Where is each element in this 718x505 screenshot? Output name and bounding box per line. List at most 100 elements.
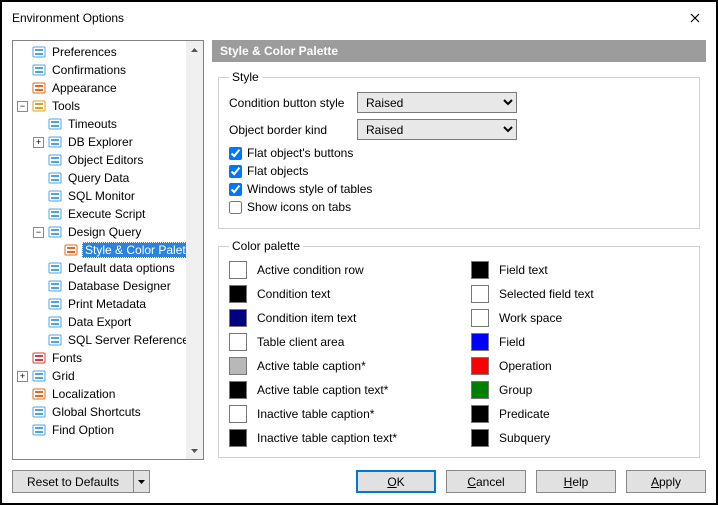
border-kind-select[interactable]: Raised (357, 119, 517, 140)
color-label: Field (499, 335, 525, 349)
color-swatch[interactable] (229, 261, 247, 279)
collapse-toggle[interactable]: − (33, 227, 44, 238)
tree-item[interactable]: Object Editors (15, 151, 203, 169)
tree-item[interactable]: Database Designer (15, 277, 203, 295)
flat-objects-checkbox[interactable] (229, 165, 242, 178)
reset-button[interactable]: Reset to Defaults (12, 470, 134, 493)
tree-item[interactable]: − Design Query (15, 223, 203, 241)
color-swatch[interactable] (471, 285, 489, 303)
tree-item[interactable]: Confirmations (15, 61, 203, 79)
scroll-track[interactable] (186, 58, 203, 442)
tree-item[interactable]: Preferences (15, 43, 203, 61)
show-icons-checkbox-row: Show icons on tabs (229, 200, 689, 214)
tree-item-label: DB Explorer (66, 135, 135, 149)
nav-tree: Preferences Confirmations Appearance − Tools… (13, 41, 203, 441)
nav-tree-wrap: Preferences Confirmations Appearance − Tools… (12, 40, 204, 460)
tree-item[interactable]: − Tools (15, 97, 203, 115)
color-label: Active condition row (257, 263, 364, 277)
tree-item-label: Data Export (66, 315, 133, 329)
color-swatch[interactable] (229, 381, 247, 399)
color-entry: Group (471, 381, 689, 399)
color-swatch[interactable] (229, 285, 247, 303)
tree-item[interactable]: Timeouts (15, 115, 203, 133)
tree-item-label: Tools (50, 99, 82, 113)
shortcut-icon (31, 404, 47, 420)
scroll-down-button[interactable] (186, 442, 203, 459)
cancel-button[interactable]: Cancel (446, 470, 526, 493)
color-entry: Condition text (229, 285, 447, 303)
win-tables-checkbox-row: Windows style of tables (229, 182, 689, 196)
apply-button[interactable]: Apply (626, 470, 706, 493)
condition-style-select[interactable]: Raised (357, 92, 517, 113)
color-swatch[interactable] (229, 333, 247, 351)
tree-item[interactable]: Execute Script (15, 205, 203, 223)
tree-item-label: Confirmations (50, 63, 128, 77)
tree-item[interactable]: SQL Server Reference (15, 331, 203, 349)
tree-item[interactable]: Query Data (15, 169, 203, 187)
color-swatch[interactable] (471, 333, 489, 351)
tree-item[interactable]: + Grid (15, 367, 203, 385)
color-entry: Subquery (471, 429, 689, 447)
environment-options-dialog: Environment Options PreferencesConfirmat… (2, 2, 716, 503)
close-button[interactable] (682, 8, 708, 28)
tree-item[interactable]: Data Export (15, 313, 203, 331)
design-icon (47, 224, 63, 240)
tree-item-label: Design Query (66, 225, 143, 239)
tree-item-label: Find Option (50, 423, 116, 437)
color-swatch[interactable] (471, 261, 489, 279)
ok-button[interactable]: OK (356, 470, 436, 493)
tree-item[interactable]: Global Shortcuts (15, 403, 203, 421)
color-swatch[interactable] (471, 381, 489, 399)
flat-objects-label: Flat objects (247, 164, 308, 178)
color-swatch[interactable] (229, 405, 247, 423)
win-tables-label: Windows style of tables (247, 182, 372, 196)
color-swatch[interactable] (229, 309, 247, 327)
color-label: Group (499, 383, 532, 397)
color-label: Predicate (499, 407, 550, 421)
flat-objects-checkbox-row: Flat objects (229, 164, 689, 178)
show-icons-checkbox[interactable] (229, 201, 242, 214)
dbdes-icon (47, 278, 63, 294)
flat-buttons-checkbox[interactable] (229, 147, 242, 160)
reset-dropdown-button[interactable] (134, 470, 150, 493)
appear-icon (31, 80, 47, 96)
scroll-up-button[interactable] (186, 41, 203, 58)
tree-item[interactable]: Localization (15, 385, 203, 403)
tools-icon (31, 98, 47, 114)
color-label: Work space (499, 311, 562, 325)
tree-item-label: Database Designer (66, 279, 173, 293)
color-entry: Inactive table caption* (229, 405, 447, 423)
color-swatch[interactable] (471, 405, 489, 423)
tree-item-label: Default data options (66, 261, 177, 275)
color-swatch[interactable] (229, 357, 247, 375)
color-swatch[interactable] (471, 309, 489, 327)
color-swatch[interactable] (471, 429, 489, 447)
tree-item[interactable]: Print Metadata (15, 295, 203, 313)
dbexp-icon (47, 134, 63, 150)
color-label: Condition item text (257, 311, 356, 325)
tree-item[interactable]: SQL Monitor (15, 187, 203, 205)
color-swatch[interactable] (229, 429, 247, 447)
tree-item[interactable]: Appearance (15, 79, 203, 97)
tree-item-label: Grid (50, 369, 77, 383)
tree-item[interactable]: Find Option (15, 421, 203, 439)
color-swatch[interactable] (471, 357, 489, 375)
tree-scrollbar[interactable] (186, 41, 203, 459)
win-tables-checkbox[interactable] (229, 183, 242, 196)
panel-body: Style Condition button style Raised Obje… (212, 62, 706, 460)
panel-title: Style & Color Palette (212, 40, 706, 62)
collapse-toggle[interactable]: − (17, 101, 28, 112)
expand-toggle[interactable]: + (17, 371, 28, 382)
tree-item[interactable]: Fonts (15, 349, 203, 367)
expand-toggle[interactable]: + (33, 137, 44, 148)
tree-item[interactable]: Default data options (15, 259, 203, 277)
palette-group: Color palette Active condition rowField … (218, 239, 700, 458)
border-kind-label: Object border kind (229, 123, 357, 137)
help-button[interactable]: Help (536, 470, 616, 493)
palette-icon (63, 242, 79, 258)
tree-item[interactable]: + DB Explorer (15, 133, 203, 151)
tree-item[interactable]: Style & Color Palette (15, 241, 203, 259)
color-label: Active table caption text* (257, 383, 388, 397)
tree-item-label: SQL Monitor (66, 189, 137, 203)
tree-item-label: Fonts (50, 351, 84, 365)
